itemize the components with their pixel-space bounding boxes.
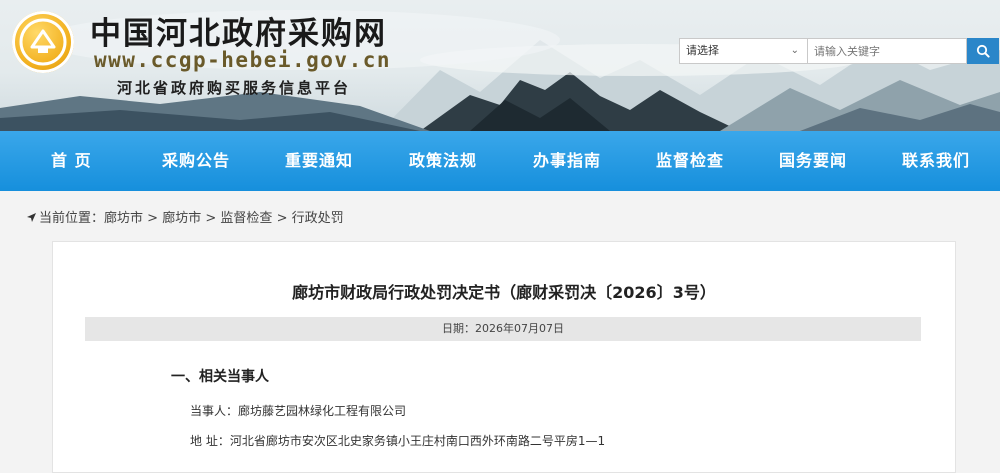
search-button[interactable] xyxy=(967,38,999,64)
site-url: www.ccgp-hebei.gov.cn xyxy=(94,48,392,72)
search-bar: 请选择 ⌄ xyxy=(679,38,999,64)
article-date-bar: 日期：2026年07月07日 xyxy=(85,317,921,341)
main-nav: 首 页 采购公告 重要通知 政策法规 办事指南 监督检查 国务要闻 联系我们 xyxy=(0,131,1000,191)
header-banner: 中国河北政府采购网 www.ccgp-hebei.gov.cn 河北省政府购买服… xyxy=(0,0,1000,131)
article-date: 日期：2026年07月07日 xyxy=(442,322,564,335)
nav-item-notices[interactable]: 重要通知 xyxy=(285,131,353,191)
nav-item-contact[interactable]: 联系我们 xyxy=(902,131,970,191)
site-slogan: 河北省政府购买服务信息平台 xyxy=(117,79,352,97)
nav-item-state-news[interactable]: 国务要闻 xyxy=(779,131,847,191)
nav-item-guide[interactable]: 办事指南 xyxy=(533,131,601,191)
location-arrow-icon xyxy=(26,212,37,227)
nav-item-policies[interactable]: 政策法规 xyxy=(409,131,477,191)
breadcrumb: 当前位置：廊坊市 > 廊坊市 > 监督检查 > 行政处罚 xyxy=(26,207,344,227)
chevron-down-icon: ⌄ xyxy=(790,45,799,56)
breadcrumb-prefix: 当前位置： xyxy=(39,211,105,226)
article-title: 廊坊市财政局行政处罚决定书（廊财采罚决〔2026〕3号） xyxy=(292,283,716,302)
breadcrumb-item[interactable]: 廊坊市 xyxy=(162,211,201,226)
emblem-logo-icon[interactable] xyxy=(12,11,74,73)
breadcrumb-item[interactable]: 廊坊市 xyxy=(104,211,143,226)
party-line: 当事人：廊坊藤艺园林绿化工程有限公司 xyxy=(190,404,407,418)
search-category-select[interactable]: 请选择 ⌄ xyxy=(679,38,808,64)
search-category-value: 请选择 xyxy=(686,44,719,57)
section-heading: 一、相关当事人 xyxy=(171,369,269,385)
breadcrumb-item[interactable]: 行政处罚 xyxy=(292,211,344,226)
address-line: 地 址：河北省廊坊市安次区北史家务镇小王庄村南口西外环南路二号平房1—1 xyxy=(190,434,606,448)
site-name: 中国河北政府采购网 xyxy=(90,16,387,52)
breadcrumb-separator: > xyxy=(276,211,288,226)
nav-item-supervision[interactable]: 监督检查 xyxy=(656,131,724,191)
nav-item-procurement[interactable]: 采购公告 xyxy=(162,131,230,191)
nav-item-home[interactable]: 首 页 xyxy=(51,131,92,191)
search-icon xyxy=(976,44,990,58)
search-input[interactable] xyxy=(808,38,967,64)
breadcrumb-separator: > xyxy=(147,211,159,226)
article-panel: 廊坊市财政局行政处罚决定书（廊财采罚决〔2026〕3号） 日期：2026年07月… xyxy=(52,241,956,473)
breadcrumb-separator: > xyxy=(205,211,217,226)
breadcrumb-item[interactable]: 监督检查 xyxy=(220,211,272,226)
